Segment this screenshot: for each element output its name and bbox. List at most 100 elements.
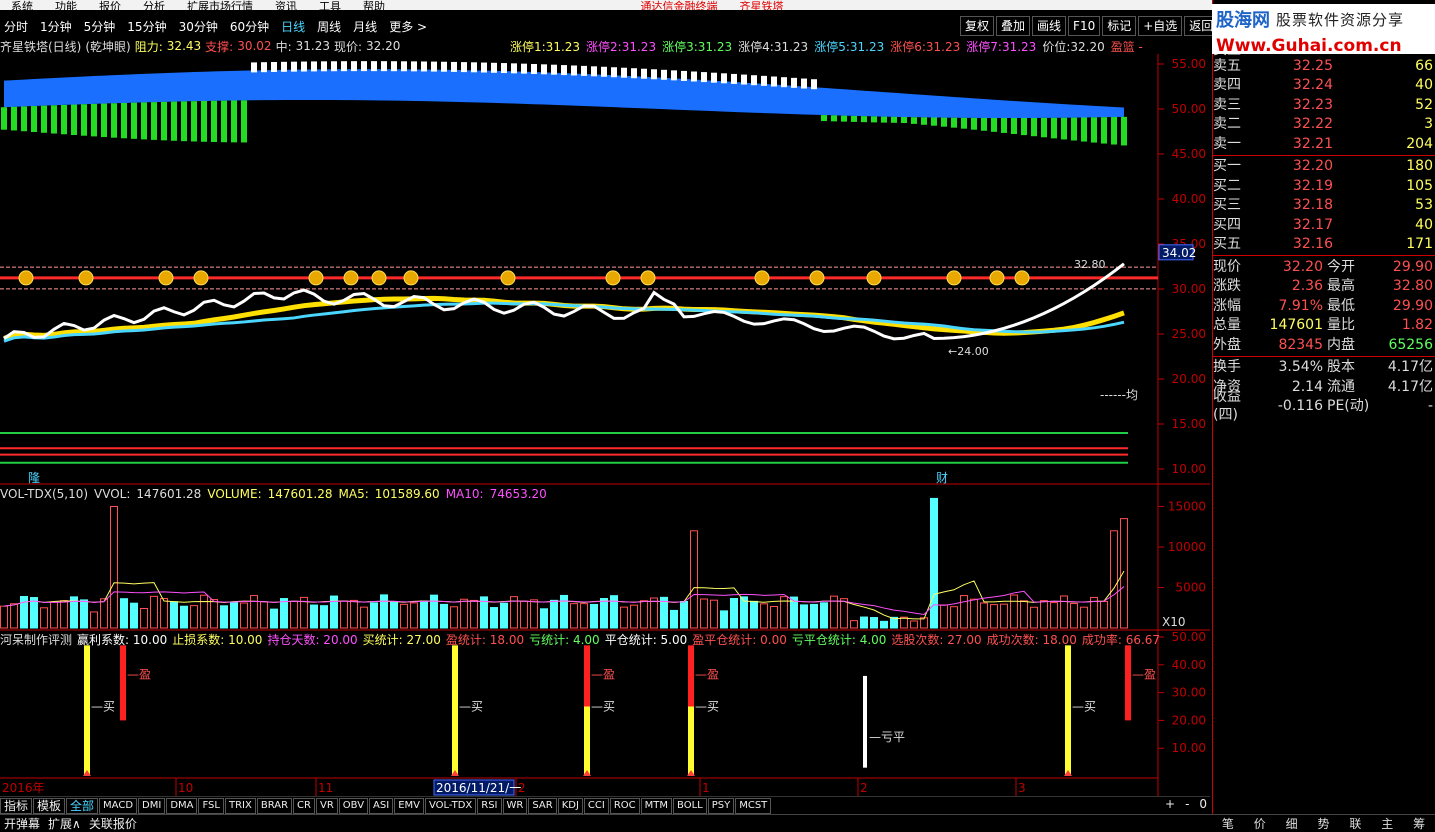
indicator-tab-asi[interactable]: ASI	[369, 797, 394, 814]
add-watchlist-button[interactable]: +自选	[1138, 16, 1183, 36]
signal-coin-icon	[640, 270, 656, 286]
menu-tools[interactable]: 工具	[308, 1, 352, 10]
period-daily[interactable]: 日线	[279, 18, 307, 35]
limit-up-1: 涨停1:31.23	[510, 39, 581, 54]
indicator-tab-dmi[interactable]: DMI	[138, 797, 166, 814]
sell-level-2[interactable]: 卖二 32.22 3	[1213, 115, 1435, 135]
menu-help[interactable]: 帮助	[352, 1, 396, 10]
quote-tab-0[interactable]: 笔	[1212, 815, 1244, 832]
indicator-tab-rsi[interactable]: RSI	[477, 797, 502, 814]
extend-toggle[interactable]: 扩展∧	[44, 815, 85, 832]
indicator-tab-vol-tdx[interactable]: VOL-TDX	[424, 797, 477, 814]
chart-area[interactable]: 32.80←24.00------均隆财 —买—盈—买 —买—盈—买—盈—亏平—买…	[0, 54, 1210, 796]
volume-bar	[310, 604, 318, 629]
quote-tab-6[interactable]: 筹	[1403, 815, 1435, 832]
indicator-tab-mcst[interactable]: MCST	[735, 797, 772, 814]
volume-axis-label: 10000	[1168, 540, 1206, 554]
trend-bar	[221, 100, 227, 143]
reset-button[interactable]: 0	[1194, 797, 1212, 811]
trend-bar	[141, 102, 147, 140]
date-axis-label: 3	[1018, 781, 1026, 795]
buy-level-5[interactable]: 买五 32.16 171	[1213, 235, 1435, 255]
indicator-tab-sar[interactable]: SAR	[528, 797, 557, 814]
zoom-in-button[interactable]: +	[1160, 797, 1180, 811]
menu-analysis[interactable]: 分析	[132, 1, 176, 10]
mark-button[interactable]: 标记	[1102, 16, 1137, 36]
indicator-tab-boll[interactable]: BOLL	[673, 797, 707, 814]
volume-bar	[250, 595, 258, 629]
buy-level-1[interactable]: 买一 32.20 180	[1213, 157, 1435, 177]
indicator-tab-fsl[interactable]: FSL	[198, 797, 224, 814]
quote-tab-1[interactable]: 价	[1244, 815, 1276, 832]
zoom-out-button[interactable]: -	[1180, 797, 1194, 811]
indicator-tab-dma[interactable]: DMA	[166, 797, 198, 814]
menu-ext-market[interactable]: 扩展市场行情	[176, 1, 264, 10]
indicator-tab-brar[interactable]: BRAR	[256, 797, 293, 814]
restore-rights-button[interactable]: 复权	[960, 16, 995, 36]
volume-bar	[770, 605, 778, 629]
support-value: 30.02	[237, 39, 272, 53]
volume-bar	[130, 602, 138, 629]
win-signal-bar	[688, 645, 694, 707]
indicator-tab-模板[interactable]: 模板	[33, 797, 66, 814]
indicator-tab-指标[interactable]: 指标	[0, 797, 33, 814]
stat2-value-0: 3.54%	[1278, 359, 1323, 376]
danmaku-toggle[interactable]: 开弹幕	[0, 815, 44, 832]
draw-line-button[interactable]: 画线	[1032, 16, 1067, 36]
volume-bar	[10, 603, 18, 629]
indicator-tab-kdj[interactable]: KDJ	[557, 797, 583, 814]
indicator-tab-psy[interactable]: PSY	[707, 797, 735, 814]
indicator-tab-trix[interactable]: TRIX	[224, 797, 256, 814]
stat-label2-3: 量比	[1327, 317, 1355, 334]
buy-level-4[interactable]: 买四 32.17 40	[1213, 215, 1435, 235]
sell-level-5[interactable]: 卖五 32.25 66	[1213, 56, 1435, 76]
period-30min[interactable]: 30分钟	[177, 18, 220, 35]
quote-tab-2[interactable]: 细	[1276, 815, 1308, 832]
indicator-tab-全部[interactable]: 全部	[66, 797, 99, 814]
indicator-tab-emv[interactable]: EMV	[394, 797, 424, 814]
stats-divider	[1213, 255, 1435, 256]
indicator-tab-cr[interactable]: CR	[293, 797, 315, 814]
stat-value2-4: 65256	[1388, 336, 1433, 353]
buy-level-3[interactable]: 买三 32.18 53	[1213, 196, 1435, 216]
menu-system[interactable]: 系统	[0, 1, 44, 10]
related-quote-button[interactable]: 关联报价	[85, 815, 141, 832]
sell-level-3[interactable]: 卖三 32.23 52	[1213, 95, 1435, 115]
stat-value2-2: 29.90	[1392, 297, 1433, 314]
trend-bar	[861, 116, 867, 123]
trend-bar	[501, 63, 507, 74]
indicator-tab-wr[interactable]: WR	[502, 797, 528, 814]
indicator-tab-vr[interactable]: VR	[315, 797, 338, 814]
buy-level-2[interactable]: 买二 32.19 105	[1213, 176, 1435, 196]
period-15min[interactable]: 15分钟	[125, 18, 168, 35]
period-1min[interactable]: 1分钟	[38, 18, 74, 35]
indicator-tab-roc[interactable]: ROC	[609, 797, 640, 814]
period-monthly[interactable]: 月线	[351, 18, 379, 35]
period-tick[interactable]: 分时	[2, 18, 30, 35]
stat-row-0: 现价 32.20 今开 29.90	[1213, 257, 1435, 277]
flat-signal-label: —亏平	[869, 730, 905, 744]
quote-tab-5[interactable]: 主	[1371, 815, 1403, 832]
ma5-value: 101589.60	[374, 487, 440, 501]
sell-level-4[interactable]: 卖四 32.24 40	[1213, 76, 1435, 96]
menu-quote[interactable]: 报价	[88, 1, 132, 10]
resistance-label: 阻力:	[134, 39, 163, 54]
quote-tab-3[interactable]: 势	[1308, 815, 1340, 832]
period-weekly[interactable]: 周线	[315, 18, 343, 35]
indicator-tab-macd[interactable]: MACD	[99, 797, 138, 814]
f10-button[interactable]: F10	[1068, 16, 1101, 36]
period-5min[interactable]: 5分钟	[82, 18, 118, 35]
indicator-tab-mtm[interactable]: MTM	[640, 797, 673, 814]
period-more[interactable]: 更多 >	[387, 18, 429, 35]
volume-bar	[190, 605, 198, 629]
overlay-button[interactable]: 叠加	[996, 16, 1031, 36]
trend-bar	[871, 116, 877, 123]
period-60min[interactable]: 60分钟	[228, 18, 271, 35]
indicator-tab-obv[interactable]: OBV	[338, 797, 369, 814]
menu-function[interactable]: 功能	[44, 1, 88, 10]
quote-tab-4[interactable]: 联	[1339, 815, 1371, 832]
sell-level-1[interactable]: 卖一 32.21 204	[1213, 134, 1435, 154]
trend-bar	[411, 61, 417, 72]
indicator-tab-cci[interactable]: CCI	[583, 797, 609, 814]
menu-news[interactable]: 资讯	[264, 1, 308, 10]
